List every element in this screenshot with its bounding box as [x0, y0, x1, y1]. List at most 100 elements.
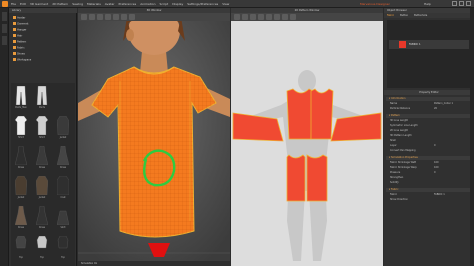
menu-item[interactable]: Sewing [72, 2, 83, 6]
simulate-icon[interactable] [129, 14, 135, 20]
library-item[interactable]: Skirt [53, 205, 73, 231]
object-browser-tab[interactable]: Buttonhole [414, 13, 427, 18]
menu-item[interactable]: Avatar [105, 2, 115, 6]
minimize-icon[interactable] [452, 1, 457, 6]
property-section-header[interactable]: ▾ Information [386, 97, 472, 101]
property-value[interactable]: Pattern_Collar 1 [434, 102, 453, 106]
library-item[interactable]: Dress [32, 205, 52, 231]
fabric-list: FABRIC 1 [387, 20, 471, 88]
object-browser-tab[interactable]: Fabric [387, 13, 394, 18]
measure-tool-icon[interactable] [121, 14, 127, 20]
menu-item[interactable]: Script [160, 2, 169, 6]
library-item[interactable]: Tshirt [32, 115, 52, 141]
library-item[interactable]: Top [11, 235, 31, 261]
menu-item[interactable]: Preferences [119, 2, 137, 6]
viewport-2d[interactable]: 2D Pattern Window [231, 8, 383, 266]
menu-item[interactable]: 2D Pattern [52, 2, 68, 6]
library-item[interactable] [53, 85, 73, 111]
property-row[interactable]: 3D Pattern Length [390, 134, 470, 138]
library-item[interactable]: Jacket [32, 175, 52, 201]
library-tab[interactable] [2, 12, 7, 21]
pattern-back-left[interactable] [286, 88, 314, 140]
property-section-header[interactable]: ▾ Simulation Properties [386, 156, 472, 160]
library-item[interactable]: Jacket [53, 115, 73, 141]
property-row[interactable]: 3D Line Length [390, 119, 470, 123]
library-item[interactable]: Dress [11, 145, 31, 171]
property-row[interactable]: Symmetric Line Length [390, 124, 470, 128]
property-row[interactable]: Name Pattern_Collar 1 [390, 102, 470, 106]
library-item[interactable]: Top [32, 235, 52, 261]
menu-item[interactable]: Animation [140, 2, 155, 6]
property-row[interactable]: Layer 0 [390, 144, 470, 148]
tack-tool-icon[interactable] [97, 14, 103, 20]
library-tree-item[interactable]: Shoes [13, 52, 25, 56]
property-row[interactable]: Solidify [390, 181, 470, 185]
property-value[interactable]: 20 [434, 107, 437, 111]
library-tree-item[interactable]: Hanger [13, 28, 27, 32]
property-value[interactable]: FABRIC 1 [434, 193, 445, 197]
edit-curvature-icon[interactable] [250, 14, 256, 20]
library-tree-item[interactable]: Workspace [13, 58, 31, 62]
polygon-icon[interactable] [266, 14, 272, 20]
object-browser-tab[interactable]: Button [400, 13, 408, 18]
free-sewing-icon[interactable] [290, 14, 296, 20]
library-tree-item[interactable]: Fabric [13, 46, 25, 50]
menu-item[interactable]: File [11, 2, 16, 6]
menu-item[interactable]: Edit [20, 2, 26, 6]
property-row[interactable]: Fabric Shrinkage Warp 100 [390, 166, 470, 170]
library-item[interactable]: Top [53, 235, 73, 261]
property-row[interactable]: Pressure 0 [390, 171, 470, 175]
segment-sewing-icon[interactable] [282, 14, 288, 20]
library-item[interactable]: Dress [11, 205, 31, 231]
property-value[interactable]: 0 [434, 171, 436, 175]
property-row[interactable]: 2D Line Length [390, 129, 470, 133]
property-row[interactable]: Particle Distance 20 [390, 107, 470, 111]
property-value[interactable]: 100 [434, 161, 439, 165]
property-row[interactable]: Convert Pen Mapping [390, 149, 470, 153]
pattern-front-right[interactable] [306, 154, 328, 202]
library-item[interactable]: Pants [32, 85, 52, 111]
library-item[interactable]: Pants_Men [11, 85, 31, 111]
library-tree-item[interactable]: Hair [13, 34, 22, 38]
maximize-icon[interactable] [459, 1, 464, 6]
property-row[interactable]: Shell [390, 139, 470, 143]
property-value[interactable]: 0 [434, 144, 436, 148]
fabric-list-item[interactable]: FABRIC 1 [389, 40, 469, 49]
menu-item[interactable]: Settings/Preferences [187, 2, 218, 6]
library-tree-item[interactable]: Pattern [13, 40, 26, 44]
property-section-header[interactable]: ▾ Fabric [386, 188, 472, 192]
property-section-header[interactable]: ▾ Pattern [386, 114, 472, 118]
property-row[interactable]: Fabric Shrinkage Weft 100 [390, 161, 470, 165]
menu-item[interactable]: Display [172, 2, 183, 6]
modular-tab[interactable] [2, 36, 7, 45]
rectangle-icon[interactable] [274, 14, 280, 20]
library-item[interactable]: Jacket [11, 175, 31, 201]
select-tool-icon[interactable] [81, 14, 87, 20]
library-item[interactable]: Dress [32, 145, 52, 171]
transform-pattern-icon[interactable] [234, 14, 240, 20]
library-item[interactable]: Tshirt [11, 115, 31, 141]
library-item[interactable]: Dress [53, 145, 73, 171]
library-tree-item[interactable]: Avatar [13, 16, 25, 20]
pattern-front-left[interactable] [286, 154, 306, 202]
add-point-icon[interactable] [258, 14, 264, 20]
pattern-back-right[interactable] [310, 88, 334, 140]
viewport-3d[interactable]: 3D Window Simulation On [78, 8, 230, 266]
history-tab[interactable] [2, 24, 7, 33]
library-item[interactable]: Coat [53, 175, 73, 201]
move-tool-icon[interactable] [89, 14, 95, 20]
menu-item[interactable]: 3D Garment [30, 2, 48, 6]
edit-pattern-icon[interactable] [242, 14, 248, 20]
help-menu[interactable]: Help [424, 2, 431, 6]
menu-item[interactable]: Materials [87, 2, 101, 6]
property-row[interactable]: Fabric FABRIC 1 [390, 193, 470, 197]
property-row[interactable]: Show Direction [390, 198, 470, 202]
object-browser-tabs: Fabric Button Buttonhole [384, 13, 474, 18]
close-icon[interactable] [466, 1, 471, 6]
property-row[interactable]: Strengthen [390, 176, 470, 180]
menu-item[interactable]: View [222, 2, 229, 6]
pin-tool-icon[interactable] [105, 14, 111, 20]
fold-tool-icon[interactable] [113, 14, 119, 20]
library-tree-item[interactable]: Garment [13, 22, 28, 26]
property-value[interactable]: 100 [434, 166, 439, 170]
